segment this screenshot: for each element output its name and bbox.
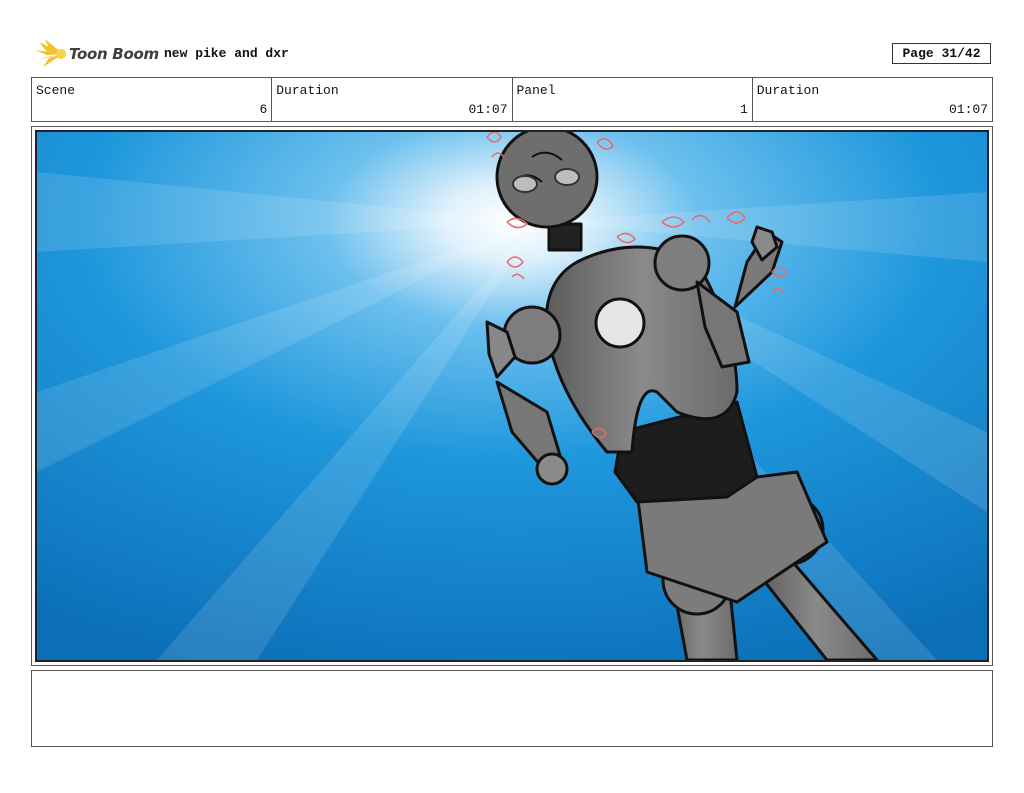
scene-duration-label: Duration <box>276 83 339 98</box>
scene-label: Scene <box>36 83 76 98</box>
robot-illustration <box>37 132 987 660</box>
panel-cell: Panel 1 <box>513 78 753 121</box>
scene-duration-value: 01:07 <box>468 102 508 117</box>
storyboard-header: Toon Boom new pike and dxr Page 31/42 <box>31 36 993 72</box>
toon-boom-logo: Toon Boom <box>33 38 161 70</box>
panel-info-row: Scene 6 Duration 01:07 Panel 1 Duration … <box>31 77 993 122</box>
panel-duration-value: 01:07 <box>948 102 988 117</box>
starburst-icon <box>35 39 66 67</box>
scene-cell: Scene 6 <box>32 78 273 121</box>
page-indicator: Page 31/42 <box>892 43 991 64</box>
panel-duration-cell: Duration 01:07 <box>753 78 992 121</box>
panel-duration-label: Duration <box>756 83 820 98</box>
scene-value: 6 <box>259 102 268 117</box>
panel-notes-box <box>31 670 993 747</box>
panel-label: Panel <box>516 83 556 98</box>
panel-frame <box>31 126 993 666</box>
panel-artwork <box>35 130 989 662</box>
panel-value: 1 <box>739 102 748 117</box>
logo-text: Toon Boom <box>69 45 159 63</box>
scene-duration-cell: Duration 01:07 <box>272 78 513 121</box>
project-title: new pike and dxr <box>164 46 289 61</box>
